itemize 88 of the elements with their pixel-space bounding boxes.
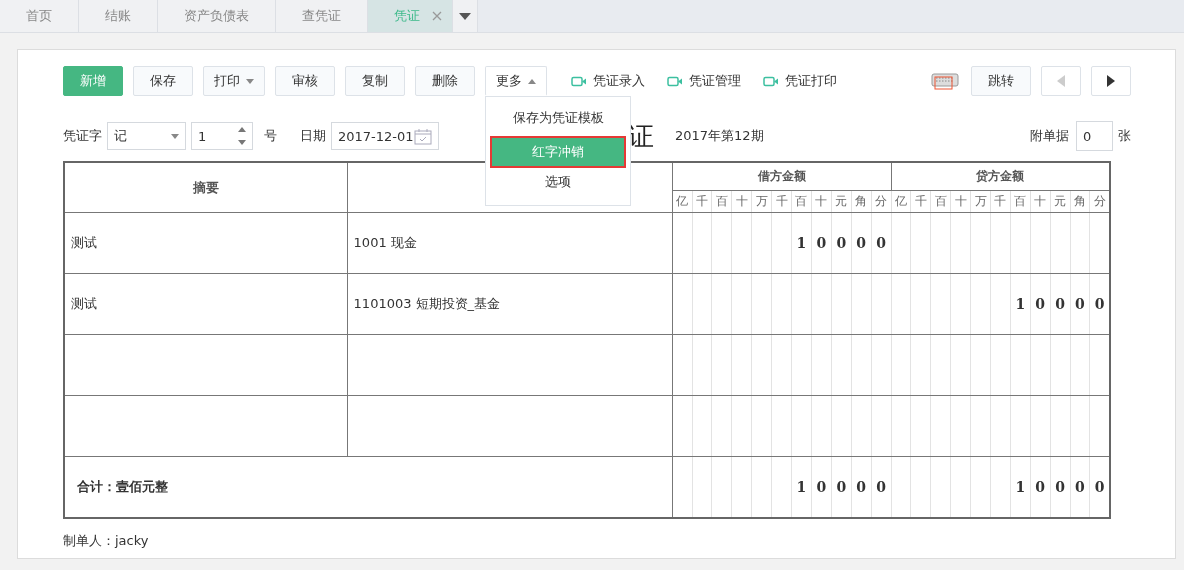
- table-cell: 测试: [64, 212, 348, 274]
- voucher-word-label: 凭证字: [63, 127, 102, 145]
- calendar-icon[interactable]: [414, 127, 432, 145]
- amount-digit: 0: [1070, 456, 1090, 518]
- toolbar-button[interactable]: 打印: [203, 66, 265, 96]
- unit-header: 百: [1010, 190, 1031, 213]
- video-link[interactable]: 凭证打印: [763, 72, 837, 90]
- amount-digit: 0: [851, 456, 872, 518]
- spinner-arrows-icon[interactable]: [238, 126, 246, 146]
- unit-header: 元: [831, 190, 852, 213]
- unit-header: 万: [970, 190, 991, 213]
- unit-header: 亿: [672, 190, 693, 213]
- unit-header: 百: [930, 190, 951, 213]
- amount-digit: 0: [871, 456, 891, 518]
- column-header: 贷方金额: [891, 162, 1110, 191]
- toolbar-button[interactable]: 更多: [485, 66, 547, 96]
- unit-header: 亿: [891, 190, 911, 213]
- toolbar-button[interactable]: 复制: [345, 66, 405, 96]
- unit-header: 千: [771, 190, 792, 213]
- unit-header: 十: [731, 190, 752, 213]
- unit-header: 十: [1030, 190, 1051, 213]
- video-camera-icon: [571, 75, 587, 87]
- amount-digit: 0: [1050, 273, 1071, 335]
- unit-header: 千: [910, 190, 931, 213]
- amount-digit: 0: [1030, 273, 1051, 335]
- menu-item[interactable]: 保存为凭证模板: [486, 103, 630, 133]
- next-button[interactable]: [1091, 66, 1131, 96]
- voucher-word-select[interactable]: 记: [107, 122, 186, 150]
- number-suffix: 号: [264, 127, 277, 145]
- amount-digit: 1: [791, 456, 812, 518]
- unit-header: 万: [751, 190, 772, 213]
- amount-digit: 1: [791, 212, 812, 274]
- creator-label: 制单人：jacky: [63, 532, 150, 550]
- video-camera-icon: [667, 75, 683, 87]
- amount-digit: 0: [1089, 456, 1110, 518]
- amount-digit: 0: [831, 456, 852, 518]
- amount-digit: 0: [871, 212, 891, 274]
- close-icon[interactable]: [432, 11, 442, 21]
- total-label: 合计：壹佰元整: [64, 456, 673, 518]
- unit-header: 千: [692, 190, 712, 213]
- unit-header: 角: [851, 190, 872, 213]
- voucher-title: 证: [628, 119, 654, 153]
- caret-icon: [246, 78, 254, 84]
- unit-header: 元: [1050, 190, 1071, 213]
- amount-digit: 1: [1010, 273, 1031, 335]
- unit-header: 百: [791, 190, 812, 213]
- amount-digit: 0: [1089, 273, 1110, 335]
- attachments-suffix: 张: [1118, 127, 1131, 145]
- caret-icon: [459, 12, 471, 20]
- right-triangle-icon: [1107, 75, 1115, 87]
- video-camera-icon: [763, 75, 779, 87]
- attachments-field[interactable]: 0: [1076, 121, 1113, 151]
- table-cell: 1101003 短期投资_基金: [347, 273, 673, 335]
- table-cell: 测试: [64, 273, 348, 335]
- toolbar-button[interactable]: 审核: [275, 66, 335, 96]
- amount-digit: 0: [811, 456, 832, 518]
- video-link[interactable]: 凭证录入: [571, 72, 645, 90]
- amount-digit: 1: [1010, 456, 1031, 518]
- jump-button[interactable]: 跳转: [971, 66, 1031, 96]
- table-cell: 1001 现金: [347, 212, 673, 274]
- column-header: 摘要: [64, 162, 348, 213]
- video-link[interactable]: 凭证管理: [667, 72, 741, 90]
- period-label: 2017年第12期: [675, 127, 764, 145]
- date-label: 日期: [300, 127, 326, 145]
- unit-header: 十: [811, 190, 832, 213]
- keyboard-icon[interactable]: [931, 72, 959, 90]
- date-field[interactable]: 2017-12-01: [331, 122, 439, 150]
- unit-header: 千: [990, 190, 1011, 213]
- caret-icon: [171, 133, 179, 139]
- unit-header: 十: [950, 190, 971, 213]
- left-triangle-icon: [1057, 75, 1065, 87]
- unit-header: 百: [712, 190, 732, 213]
- amount-digit: 0: [1070, 273, 1090, 335]
- column-header: 借方金额: [672, 162, 891, 191]
- unit-header: 分: [1089, 190, 1110, 213]
- amount-digit: 0: [1030, 456, 1051, 518]
- unit-header: 分: [871, 190, 891, 213]
- caret-icon: [528, 78, 536, 84]
- attachments-label: 附单据: [1030, 127, 1069, 145]
- toolbar-button[interactable]: 删除: [415, 66, 475, 96]
- amount-digit: 0: [811, 212, 832, 274]
- unit-header: 角: [1070, 190, 1090, 213]
- number-field[interactable]: 1: [191, 122, 253, 150]
- amount-digit: 0: [831, 212, 852, 274]
- amount-digit: 0: [1050, 456, 1071, 518]
- toolbar-button[interactable]: 保存: [133, 66, 193, 96]
- amount-digit: 0: [851, 212, 872, 274]
- tab-dropdown-button[interactable]: [453, 0, 478, 32]
